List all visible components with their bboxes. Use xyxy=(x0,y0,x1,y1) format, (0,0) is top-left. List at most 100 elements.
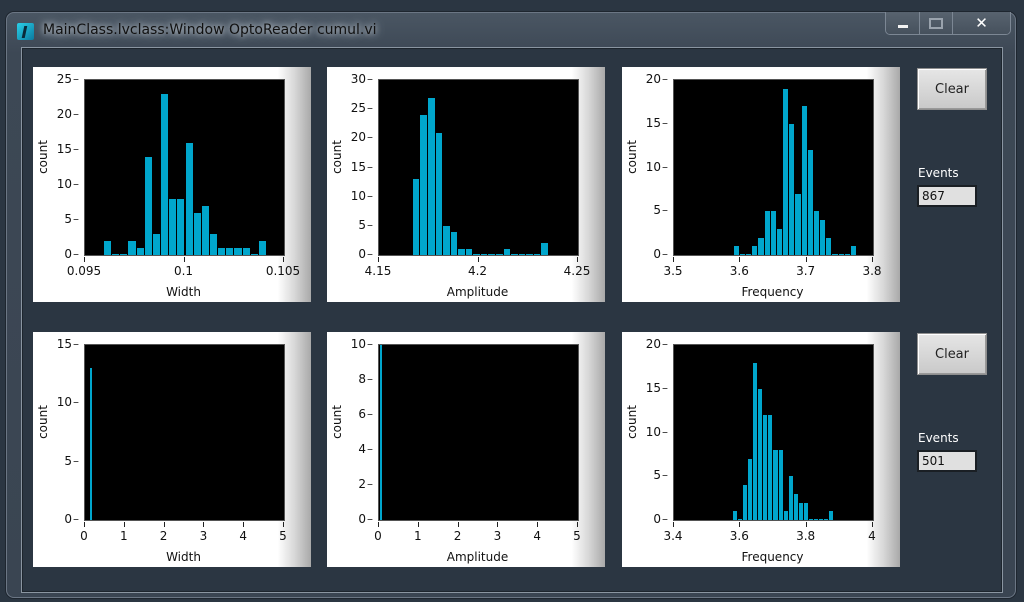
y-axis-label: count xyxy=(625,140,640,174)
plot-area[interactable] xyxy=(673,79,874,256)
y-tick-label: 5 xyxy=(653,203,668,217)
plot-area[interactable] xyxy=(84,79,285,256)
y-tick-label: 5 xyxy=(358,218,373,232)
y-tick-label: 10 xyxy=(646,160,668,174)
x-tick-label: 3 xyxy=(199,529,208,543)
x-tick-label: 4.15 xyxy=(364,264,392,278)
x-axis-label: Frequency xyxy=(741,550,804,564)
clear-button-label: Clear xyxy=(935,81,969,97)
y-axis-label: count xyxy=(330,405,345,439)
y-tick-label: 25 xyxy=(351,101,373,115)
plot-area[interactable] xyxy=(378,79,579,256)
histogram-bar xyxy=(143,157,152,255)
x-tick-mark xyxy=(805,257,807,262)
histogram-bar xyxy=(502,249,511,255)
clear-button-top[interactable]: Clear xyxy=(917,68,987,110)
histogram-bar xyxy=(200,206,209,255)
x-tick-label: 3.6 xyxy=(729,264,749,278)
x-tick-mark xyxy=(163,522,165,527)
y-axis-label: count xyxy=(36,140,51,174)
histogram-bar xyxy=(828,511,834,520)
y-tick-label: 6 xyxy=(358,407,373,421)
x-tick-label: 1 xyxy=(119,529,128,543)
x-tick-mark xyxy=(872,522,873,527)
x-tick-label: 3 xyxy=(493,529,502,543)
y-tick-label: 10 xyxy=(646,425,668,439)
window-controls: ✕ xyxy=(885,12,1011,35)
histogram-bottom-width: 0 5 10 15 0 1 2 3 4 5 count Width xyxy=(33,332,311,567)
histogram-top-width: 0 5 10 15 20 25 0.095 0.1 0.105 count Width xyxy=(33,67,311,302)
histogram-bottom-frequency: 0 5 10 15 20 3.4 3.6 3.8 4 count Frequency xyxy=(622,332,900,567)
close-icon: ✕ xyxy=(975,14,988,32)
x-tick-label: 1 xyxy=(413,529,422,543)
x-tick-label: 3.8 xyxy=(862,264,882,278)
labview-app-icon xyxy=(17,23,34,40)
plot-area[interactable] xyxy=(673,344,874,521)
histogram-bar xyxy=(525,253,533,255)
histogram-bar xyxy=(127,241,136,255)
y-tick-label: 8 xyxy=(358,372,373,386)
histogram-bar xyxy=(802,502,808,520)
events-label-top: Events xyxy=(918,166,959,180)
histogram-bar xyxy=(442,225,450,255)
title-bar[interactable]: MainClass.lvclass:Window OptoReader cumu… xyxy=(7,12,1015,47)
x-tick-label: 5 xyxy=(573,529,581,543)
x-tick-label: 3.4 xyxy=(663,529,683,543)
histogram-bar xyxy=(257,241,267,255)
histogram-bar xyxy=(379,345,383,520)
histogram-bar xyxy=(233,248,242,255)
x-tick-mark xyxy=(477,257,479,262)
histogram-bar xyxy=(111,253,120,255)
x-tick-mark xyxy=(378,522,379,527)
window-title: MainClass.lvclass:Window OptoReader cumu… xyxy=(43,22,377,38)
y-tick-label: 0 xyxy=(653,247,668,261)
histogram-bar xyxy=(135,248,144,255)
close-button[interactable]: ✕ xyxy=(953,12,1010,34)
x-tick-mark xyxy=(739,522,741,527)
y-tick-label: 5 xyxy=(653,468,668,482)
x-tick-mark xyxy=(457,522,459,527)
x-tick-label: 2 xyxy=(453,529,462,543)
x-tick-label: 3.6 xyxy=(729,529,749,543)
plot-area[interactable] xyxy=(84,344,285,521)
y-tick-label: 20 xyxy=(57,107,79,121)
histogram-bar xyxy=(102,241,112,255)
histogram-bottom-amplitude: 0 2 4 6 8 10 0 1 2 3 4 5 count Amplitude xyxy=(327,332,605,567)
histogram-bar xyxy=(151,234,161,255)
x-tick-mark xyxy=(283,522,284,527)
x-tick-label: 0 xyxy=(374,529,382,543)
events-indicator-bottom: 501 xyxy=(917,450,977,472)
histogram-top-frequency: 0 5 10 15 20 3.5 3.6 3.7 3.8 count Frequency xyxy=(622,67,900,302)
x-tick-mark xyxy=(84,522,85,527)
histogram-bar xyxy=(510,253,518,255)
y-tick-label: 15 xyxy=(646,116,668,130)
minimize-button[interactable] xyxy=(886,12,920,34)
clear-button-bottom[interactable]: Clear xyxy=(917,333,987,375)
x-tick-label: 4.2 xyxy=(467,264,488,278)
histogram-bar xyxy=(540,243,548,255)
x-tick-label: 0.105 xyxy=(265,264,301,278)
histogram-bar xyxy=(225,248,234,255)
x-tick-label: 3.5 xyxy=(663,264,683,278)
y-tick-label: 15 xyxy=(57,142,79,156)
x-tick-mark xyxy=(673,522,674,527)
x-tick-mark xyxy=(417,522,419,527)
plot-area[interactable] xyxy=(378,344,579,521)
histogram-bar xyxy=(192,213,201,255)
x-tick-mark xyxy=(872,257,873,262)
y-tick-label: 0 xyxy=(64,247,79,261)
y-tick-label: 10 xyxy=(351,337,373,351)
x-axis-label: Amplitude xyxy=(446,285,509,299)
x-tick-label: 4.25 xyxy=(563,264,591,278)
maximize-icon xyxy=(929,17,943,29)
histogram-bar xyxy=(495,253,503,255)
histogram-bar xyxy=(411,179,420,255)
x-tick-mark xyxy=(378,257,379,262)
maximize-button[interactable] xyxy=(920,12,953,34)
histogram-bar xyxy=(168,199,177,255)
x-tick-label: 4 xyxy=(533,529,542,543)
x-tick-label: 3.7 xyxy=(796,264,816,278)
histogram-bar xyxy=(532,253,541,255)
x-tick-mark xyxy=(123,522,125,527)
x-tick-label: 3.8 xyxy=(796,529,816,543)
